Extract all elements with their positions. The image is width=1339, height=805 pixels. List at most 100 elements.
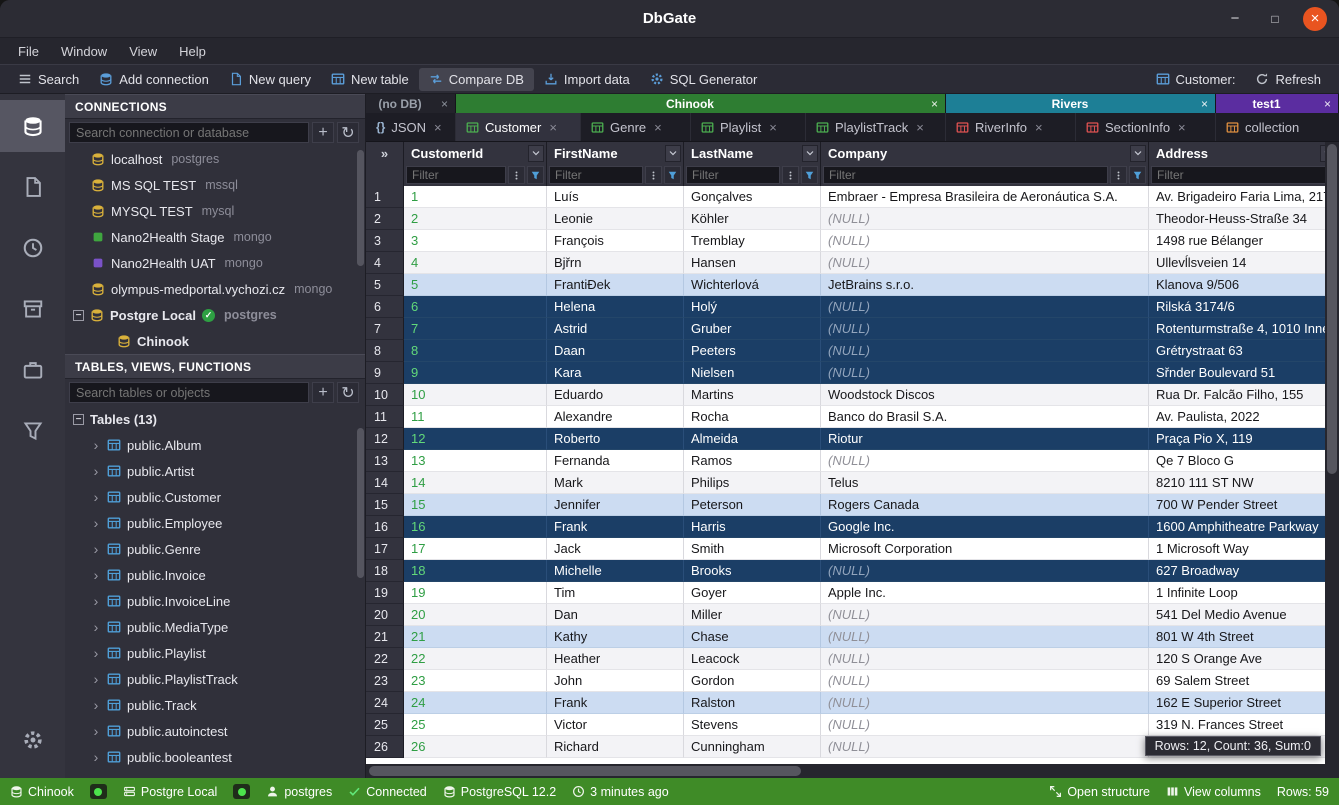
toolbar-search-button[interactable]: Search <box>8 68 89 91</box>
cell[interactable]: Martins <box>684 384 821 406</box>
tables-refresh-button[interactable]: ↻ <box>337 382 359 403</box>
table-item-public-autoinctest[interactable]: ›public.autoinctest <box>65 718 365 744</box>
column-header-customerid[interactable]: CustomerId <box>404 142 547 164</box>
cell[interactable]: Peeters <box>684 340 821 362</box>
connection-item-olympus-medportal-vychozi-cz[interactable]: olympus-medportal.vychozi.czmongo <box>65 276 365 302</box>
cell[interactable]: Harris <box>684 516 821 538</box>
table-row[interactable]: 2121KathyChase(NULL)801 W 4th Street <box>366 626 1339 648</box>
statusbar-view-columns[interactable]: View columns <box>1166 785 1261 799</box>
connections-scrollbar[interactable] <box>357 150 364 266</box>
toolbar-sql-generator-button[interactable]: SQL Generator <box>640 68 768 91</box>
table-row[interactable]: 1212RobertoAlmeidaRioturPraça Pio X, 119 <box>366 428 1339 450</box>
close-icon[interactable]: × <box>916 120 924 135</box>
filter-input-customerid[interactable] <box>406 166 506 184</box>
table-item-public-artist[interactable]: ›public.Artist <box>65 458 365 484</box>
cell[interactable]: Sřnder Boulevard 51 <box>1149 362 1339 384</box>
cell[interactable]: Cunningham <box>684 736 821 758</box>
cell[interactable]: Peterson <box>684 494 821 516</box>
cell[interactable]: 22 <box>404 648 547 670</box>
close-icon[interactable]: × <box>654 120 662 135</box>
cell[interactable]: 6 <box>404 296 547 318</box>
cell[interactable]: Av. Brigadeiro Faria Lima, 2170 <box>1149 186 1339 208</box>
tab-playlist[interactable]: Playlist× <box>691 113 806 141</box>
table-item-public-playlisttrack[interactable]: ›public.PlaylistTrack <box>65 666 365 692</box>
cell[interactable]: Gruber <box>684 318 821 340</box>
tables-search-input[interactable] <box>69 382 309 403</box>
row-number[interactable]: 22 <box>366 648 404 670</box>
row-number[interactable]: 3 <box>366 230 404 252</box>
column-header-firstname[interactable]: FirstName <box>547 142 684 164</box>
row-number[interactable]: 6 <box>366 296 404 318</box>
grid-vertical-scrollbar[interactable] <box>1325 142 1339 764</box>
cell[interactable]: (NULL) <box>821 626 1149 648</box>
sidebar-archive-button[interactable] <box>0 283 65 335</box>
table-item-public-playlist[interactable]: ›public.Playlist <box>65 640 365 666</box>
toolbar-customer-button[interactable]: Customer: <box>1146 68 1246 91</box>
table-item-public-booleantest[interactable]: ›public.booleantest <box>65 744 365 770</box>
filter-input-address[interactable] <box>1151 166 1336 184</box>
cell[interactable]: Banco do Brasil S.A. <box>821 406 1149 428</box>
cell[interactable]: Miller <box>684 604 821 626</box>
statusbar-connected[interactable]: Connected <box>348 785 426 799</box>
table-row[interactable]: 1414MarkPhilipsTelus8210 111 ST NW <box>366 472 1339 494</box>
connection-item-localhost[interactable]: localhostpostgres <box>65 146 365 172</box>
row-number[interactable]: 23 <box>366 670 404 692</box>
row-number[interactable]: 8 <box>366 340 404 362</box>
cell[interactable]: François <box>547 230 684 252</box>
cell[interactable]: Riotur <box>821 428 1149 450</box>
filter-funnel-button[interactable] <box>801 166 818 184</box>
table-item-public-track[interactable]: ›public.Track <box>65 692 365 718</box>
connection-item-postgre-local[interactable]: −Postgre Local✓postgres <box>65 302 365 328</box>
collapse-icon[interactable]: − <box>73 414 84 425</box>
cell[interactable]: Google Inc. <box>821 516 1149 538</box>
tab-genre[interactable]: Genre× <box>581 113 691 141</box>
tab-group-chinook[interactable]: Chinook× <box>456 94 946 113</box>
cell[interactable]: 19 <box>404 582 547 604</box>
column-header-lastname[interactable]: LastName <box>684 142 821 164</box>
row-number[interactable]: 24 <box>366 692 404 714</box>
close-icon[interactable]: × <box>549 120 557 135</box>
table-row[interactable]: 77AstridGruber(NULL)Rotenturmstraße 4, 1… <box>366 318 1339 340</box>
cell[interactable]: Leacock <box>684 648 821 670</box>
tab-sectioninfo[interactable]: SectionInfo× <box>1076 113 1216 141</box>
cell[interactable]: Rua Dr. Falcão Filho, 155 <box>1149 384 1339 406</box>
cell[interactable]: Philips <box>684 472 821 494</box>
cell[interactable]: Holý <box>684 296 821 318</box>
row-number[interactable]: 1 <box>366 186 404 208</box>
menu-file[interactable]: File <box>8 41 49 62</box>
cell[interactable]: Klanova 9/506 <box>1149 274 1339 296</box>
cell[interactable]: Grétrystraat 63 <box>1149 340 1339 362</box>
row-number[interactable]: 16 <box>366 516 404 538</box>
menu-window[interactable]: Window <box>51 41 117 62</box>
cell[interactable]: Dan <box>547 604 684 626</box>
cell[interactable]: Fernanda <box>547 450 684 472</box>
cell[interactable]: Frank <box>547 516 684 538</box>
table-row[interactable]: 2424FrankRalston(NULL)162 E Superior Str… <box>366 692 1339 714</box>
toolbar-import-data-button[interactable]: Import data <box>534 68 640 91</box>
row-number[interactable]: 19 <box>366 582 404 604</box>
row-number[interactable]: 14 <box>366 472 404 494</box>
cell[interactable]: Jennifer <box>547 494 684 516</box>
row-number[interactable]: 20 <box>366 604 404 626</box>
close-icon[interactable]: × <box>1178 120 1186 135</box>
row-number[interactable]: 12 <box>366 428 404 450</box>
tab-group-test1[interactable]: test1× <box>1216 94 1339 113</box>
chevron-right-icon[interactable]: › <box>91 567 101 583</box>
cell[interactable]: (NULL) <box>821 318 1149 340</box>
add-connection-plus-button[interactable]: + <box>312 122 334 143</box>
connection-item-ms-sql-test[interactable]: MS SQL TESTmssql <box>65 172 365 198</box>
cell[interactable]: Rocha <box>684 406 821 428</box>
table-item-public-customer[interactable]: ›public.Customer <box>65 484 365 510</box>
close-icon[interactable]: × <box>1194 97 1215 111</box>
filter-input-company[interactable] <box>823 166 1108 184</box>
cell[interactable]: Rogers Canada <box>821 494 1149 516</box>
cell[interactable]: Tim <box>547 582 684 604</box>
filter-menu-button[interactable] <box>508 166 525 184</box>
sidebar-gear-button[interactable] <box>0 714 65 766</box>
cell[interactable]: Theodor-Heuss-Straße 34 <box>1149 208 1339 230</box>
cell[interactable]: Mark <box>547 472 684 494</box>
filter-funnel-button[interactable] <box>1129 166 1146 184</box>
connection-item-nano2health-stage[interactable]: Nano2Health Stagemongo <box>65 224 365 250</box>
column-header-company[interactable]: Company <box>821 142 1149 164</box>
cell[interactable]: 8 <box>404 340 547 362</box>
